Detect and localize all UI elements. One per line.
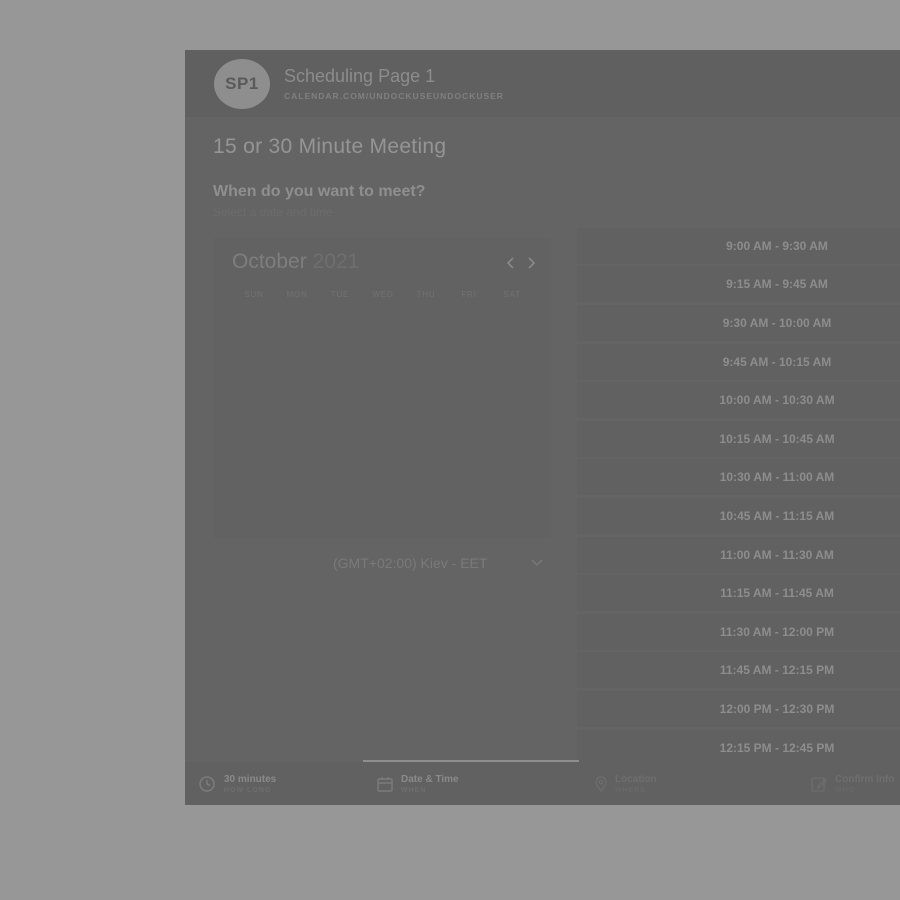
step-duration[interactable]: 30 minutes HOW LONG xyxy=(185,762,363,805)
time-slot-label: 10:30 AM - 11:00 AM xyxy=(719,470,835,484)
step-location[interactable]: Location WHERE xyxy=(579,762,795,805)
time-slot-label: 10:15 AM - 10:45 AM xyxy=(719,432,835,446)
scheduling-dialog: SP1 Scheduling Page 1 CALENDAR.COM/UNDOC… xyxy=(185,50,900,805)
chevron-left-icon[interactable] xyxy=(504,253,518,273)
time-slot[interactable]: 9:00 AM - 9:30 AM xyxy=(577,228,900,264)
time-slot[interactable]: 12:00 PM - 12:30 PM xyxy=(577,691,900,727)
avatar: SP1 xyxy=(214,59,270,109)
weekday-label: WED xyxy=(372,290,394,299)
weekday-label: FRI xyxy=(461,290,477,299)
time-slot-label: 9:15 AM - 9:45 AM xyxy=(726,277,828,291)
step-confirm-info[interactable]: Confirm Info WHO xyxy=(795,762,900,805)
chevron-down-icon xyxy=(530,554,544,573)
location-pin-icon xyxy=(592,775,610,793)
clock-icon xyxy=(198,775,216,793)
time-slot[interactable]: 10:15 AM - 10:45 AM xyxy=(577,421,900,457)
time-slot[interactable]: 11:30 AM - 12:00 PM xyxy=(577,614,900,650)
time-slot-list: 9:00 AM - 9:30 AM 9:15 AM - 9:45 AM 9:30… xyxy=(577,228,900,766)
time-slot-label: 11:30 AM - 12:00 PM xyxy=(719,625,835,639)
step-title: Date & Time xyxy=(401,774,459,785)
step-title: Location xyxy=(615,774,657,785)
time-slot[interactable]: 11:00 AM - 11:30 AM xyxy=(577,537,900,573)
time-slot[interactable]: 10:45 AM - 11:15 AM xyxy=(577,498,900,534)
calendar-year: 2021 xyxy=(312,250,360,273)
time-slot-label: 12:00 PM - 12:30 PM xyxy=(719,702,835,716)
section-question: When do you want to meet? xyxy=(213,183,426,200)
meeting-title: 15 or 30 Minute Meeting xyxy=(213,135,447,158)
time-slot[interactable]: 9:45 AM - 10:15 AM xyxy=(577,344,900,380)
time-slot[interactable]: 11:45 AM - 12:15 PM xyxy=(577,652,900,688)
time-slot-label: 9:00 AM - 9:30 AM xyxy=(726,239,828,253)
step-subtitle: WHEN xyxy=(401,787,427,794)
time-slot[interactable]: 9:15 AM - 9:45 AM xyxy=(577,266,900,302)
step-title: Confirm Info xyxy=(835,774,895,785)
time-slot-label: 9:30 AM - 10:00 AM xyxy=(722,316,832,330)
step-navigation: 30 minutes HOW LONG Date & Time WHEN Loc… xyxy=(185,762,900,805)
time-slot-label: 11:45 AM - 12:15 PM xyxy=(719,663,835,677)
calendar-icon xyxy=(376,775,394,793)
step-title: 30 minutes xyxy=(224,774,277,785)
section-subquestion: Select a date and time xyxy=(213,205,333,219)
time-slot[interactable]: 12:15 PM - 12:45 PM xyxy=(577,730,900,766)
time-slot[interactable]: 10:30 AM - 11:00 AM xyxy=(577,459,900,495)
calendar: October 2021 SUN MON TUE WED THU FRI SAT xyxy=(213,238,550,538)
page-name: Scheduling Page 1 xyxy=(284,66,436,86)
timezone-value: (GMT+02:00) Kiev - EET xyxy=(333,555,488,571)
weekday-label: THU xyxy=(416,290,436,299)
weekday-label: SUN xyxy=(244,290,264,299)
timezone-select[interactable]: (GMT+02:00) Kiev - EET xyxy=(333,552,549,574)
calendar-month: October xyxy=(232,250,307,273)
step-subtitle: HOW LONG xyxy=(224,787,272,794)
weekday-label: SAT xyxy=(503,290,521,299)
time-slot-label: 12:15 PM - 12:45 PM xyxy=(719,741,835,755)
time-slot-label: 10:45 AM - 11:15 AM xyxy=(719,509,835,523)
time-slot[interactable]: 10:00 AM - 10:30 AM xyxy=(577,382,900,418)
header: SP1 Scheduling Page 1 CALENDAR.COM/UNDOC… xyxy=(185,50,900,117)
weekday-label: MON xyxy=(286,290,308,299)
time-slot-label: 9:45 AM - 10:15 AM xyxy=(722,355,832,369)
step-subtitle: WHO xyxy=(835,787,856,794)
weekday-label: TUE xyxy=(330,290,350,299)
calendar-month-year: October 2021 xyxy=(232,250,359,274)
time-slot[interactable]: 11:15 AM - 11:45 AM xyxy=(577,575,900,611)
step-date-time[interactable]: Date & Time WHEN xyxy=(363,762,579,805)
time-slot-label: 11:15 AM - 11:45 AM xyxy=(720,586,834,600)
calendar-weekdays: SUN MON TUE WED THU FRI SAT xyxy=(233,290,533,304)
page-url: CALENDAR.COM/UNDOCKUSEUNDOCKUSER xyxy=(284,91,504,101)
step-subtitle: WHERE xyxy=(615,787,647,794)
chevron-right-icon[interactable] xyxy=(524,253,538,273)
time-slot-label: 11:00 AM - 11:30 AM xyxy=(720,548,834,562)
time-slot[interactable]: 9:30 AM - 10:00 AM xyxy=(577,305,900,341)
time-slot-label: 10:00 AM - 10:30 AM xyxy=(719,393,835,407)
edit-form-icon xyxy=(810,775,828,793)
